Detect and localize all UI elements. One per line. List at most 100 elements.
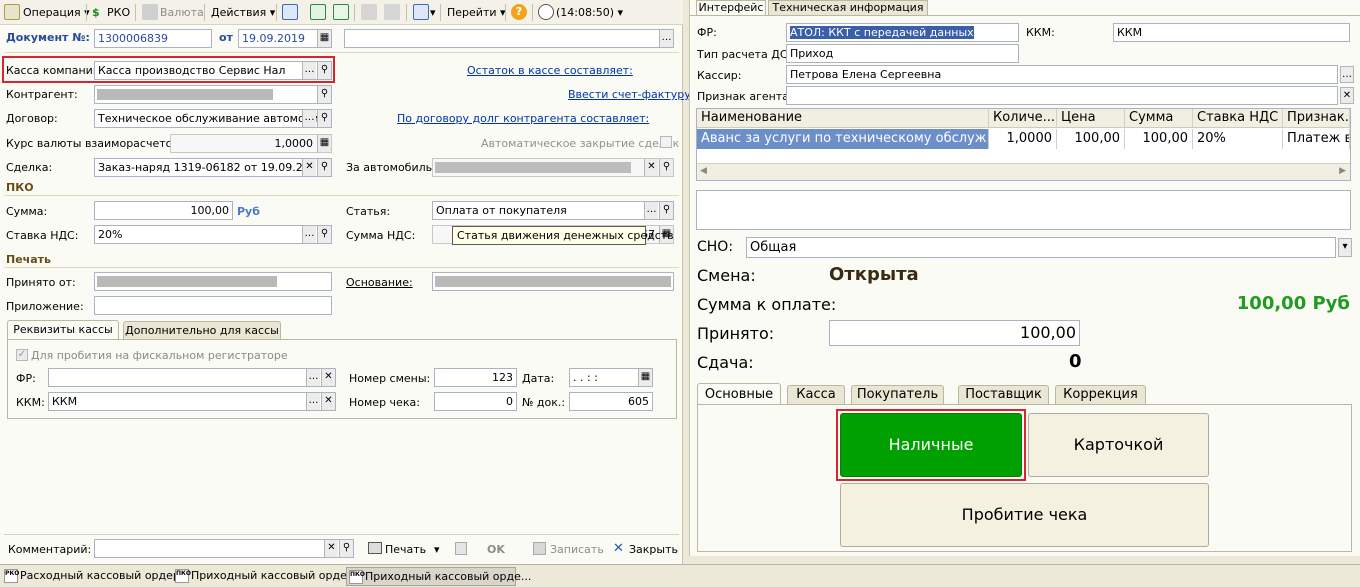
ellipsis-icon[interactable]: … bbox=[302, 226, 316, 243]
tab-tech-info[interactable]: Техническая информация bbox=[768, 0, 928, 15]
tab-kassa-dop[interactable]: Дополнительно для кассы bbox=[123, 321, 281, 340]
clock-label[interactable]: (14:08:50) ▾ bbox=[556, 4, 623, 21]
chevron-down-icon[interactable]: ▾ bbox=[434, 543, 440, 556]
calendar-icon[interactable]: ▦ bbox=[638, 369, 652, 386]
ellipsis-icon[interactable]: … bbox=[1340, 66, 1354, 83]
prinyato-field[interactable] bbox=[94, 272, 332, 291]
summa-field[interactable]: 100,00 bbox=[94, 201, 233, 220]
column-header[interactable]: Количе... bbox=[989, 109, 1057, 127]
search-icon[interactable]: ⚲ bbox=[317, 159, 331, 176]
fiscal-checkbox[interactable]: ✓ bbox=[16, 349, 28, 361]
doc-date-field[interactable]: 19.09.2019 ▦ bbox=[238, 29, 332, 48]
ellipsis-icon[interactable]: … bbox=[302, 110, 316, 127]
tab-interface[interactable]: Интерфейс bbox=[696, 0, 766, 15]
tab-buyer[interactable]: Покупатель bbox=[851, 385, 944, 404]
clear-icon[interactable]: ✕ bbox=[302, 159, 316, 176]
docs-icon[interactable] bbox=[384, 4, 400, 20]
task-pko-2[interactable]: ПКО Приходный кассовый орде... bbox=[346, 567, 531, 586]
column-header[interactable]: Сумма bbox=[1125, 109, 1193, 127]
tab-kassa[interactable]: Касса bbox=[787, 385, 845, 404]
struct-icon[interactable] bbox=[361, 4, 377, 20]
chevron-down-icon[interactable]: ▾ bbox=[1338, 238, 1352, 257]
search-icon[interactable]: ⚲ bbox=[317, 86, 331, 103]
invoice-link[interactable]: Ввести счет-фактуру bbox=[568, 88, 691, 101]
prilozhenie-field[interactable] bbox=[94, 296, 332, 315]
sdelka-field[interactable]: Заказ-наряд 1319-06182 от 19.09.2019 ✕ ⚲ bbox=[94, 158, 332, 177]
column-header[interactable]: Признак... bbox=[1283, 109, 1350, 127]
table-cell[interactable]: Аванс за услуги по техническому обслуж..… bbox=[697, 129, 989, 149]
kurs-field[interactable]: 1,0000 ▦ bbox=[170, 134, 332, 153]
clear-icon[interactable]: ✕ bbox=[1340, 87, 1354, 104]
column-header[interactable]: Цена bbox=[1057, 109, 1125, 127]
osnovanie-link[interactable]: Основание: bbox=[346, 276, 413, 289]
operation-menu[interactable]: Операция ▾ bbox=[23, 4, 90, 21]
ellipsis-icon[interactable]: … bbox=[306, 393, 320, 410]
osnovanie-field[interactable] bbox=[432, 272, 674, 291]
rko-button[interactable]: РКО bbox=[107, 4, 130, 21]
table-cell[interactable]: 20% bbox=[1193, 129, 1283, 149]
ellipsis-icon[interactable]: … bbox=[644, 202, 658, 219]
cash-button[interactable]: Наличные bbox=[840, 413, 1022, 477]
ellipsis-icon[interactable]: … bbox=[306, 369, 320, 386]
currency-button[interactable]: Валюта bbox=[160, 4, 204, 21]
doc-number-field[interactable]: 1300006839 bbox=[94, 29, 212, 48]
sno-field[interactable]: Общая bbox=[746, 237, 1336, 258]
right-fr-field[interactable]: АТОЛ: ККТ с передачей данных bbox=[786, 23, 1019, 42]
docno-field[interactable]: 605 bbox=[569, 392, 653, 411]
doc-extra-field[interactable]: … bbox=[344, 29, 674, 48]
calendar-icon[interactable]: ▦ bbox=[317, 30, 331, 47]
chevron-down-icon[interactable]: ▾ bbox=[430, 4, 436, 21]
cashier-field[interactable]: Петрова Елена Сергеевна bbox=[786, 65, 1338, 84]
column-header[interactable]: Ставка НДС bbox=[1193, 109, 1283, 127]
statya-field[interactable]: Оплата от покупателя … ⚲ bbox=[432, 201, 674, 220]
dogovor-field[interactable]: Техническое обслуживание автомобиля … ⚲ bbox=[94, 109, 332, 128]
right-kkm-field[interactable]: ККМ bbox=[1113, 23, 1350, 42]
print-button[interactable]: Печать bbox=[385, 543, 426, 556]
tab-supplier[interactable]: Поставщик bbox=[958, 385, 1049, 404]
calculator-icon[interactable]: ▦ bbox=[317, 135, 331, 152]
ok-button[interactable]: OK bbox=[487, 543, 505, 556]
horizontal-scrollbar[interactable]: ◀ ▶ bbox=[697, 163, 1350, 180]
auto-close-checkbox[interactable] bbox=[660, 136, 672, 148]
tab-correction[interactable]: Коррекция bbox=[1055, 385, 1146, 404]
balance-link[interactable]: Остаток в кассе составляет: bbox=[467, 64, 633, 77]
search-icon[interactable]: ⚲ bbox=[659, 202, 673, 219]
clear-icon[interactable]: ✕ bbox=[324, 540, 338, 557]
help-icon[interactable]: ? bbox=[511, 4, 527, 20]
search-icon[interactable]: ⚲ bbox=[659, 159, 673, 176]
table-cell[interactable]: 1,0000 bbox=[989, 129, 1057, 149]
ellipsis-icon[interactable]: … bbox=[659, 30, 673, 47]
clear-icon[interactable]: ✕ bbox=[644, 159, 658, 176]
print-check-button[interactable]: Пробитие чека bbox=[840, 483, 1209, 547]
table-cell[interactable]: 100,00 bbox=[1057, 129, 1125, 149]
search-icon[interactable]: ⚲ bbox=[339, 540, 353, 557]
scroll-right-icon[interactable]: ▶ bbox=[1339, 166, 1346, 176]
check-field[interactable]: 0 bbox=[434, 392, 517, 411]
kassa-kkm-field[interactable]: ККМ … ✕ bbox=[48, 392, 336, 411]
task-rko[interactable]: РКО Расходный кассовый ордер bbox=[2, 567, 180, 586]
received-field[interactable]: 100,00 bbox=[829, 320, 1080, 346]
actions-menu[interactable]: Действия ▾ bbox=[211, 4, 275, 21]
task-pko-1[interactable]: ПКО Приходный кассовый ордер bbox=[173, 567, 354, 586]
pay-type-field[interactable]: Приход bbox=[786, 44, 1019, 63]
kassa-date-field[interactable]: . . : : ▦ bbox=[569, 368, 653, 387]
movements-icon[interactable] bbox=[413, 4, 429, 20]
kontragent-field[interactable]: ⚲ bbox=[94, 85, 332, 104]
comment-field[interactable]: ✕ ⚲ bbox=[94, 539, 354, 558]
copy-icon[interactable] bbox=[333, 4, 349, 20]
save-button[interactable]: Записать bbox=[550, 543, 604, 556]
card-button[interactable]: Карточкой bbox=[1028, 413, 1209, 477]
ellipsis-icon[interactable]: … bbox=[302, 62, 316, 79]
search-icon[interactable]: ⚲ bbox=[317, 62, 331, 79]
refresh-icon[interactable] bbox=[310, 4, 326, 20]
back-icon[interactable] bbox=[282, 4, 298, 20]
table-cell[interactable]: Платеж в... bbox=[1283, 129, 1350, 149]
scroll-left-icon[interactable]: ◀ bbox=[700, 166, 707, 176]
close-button[interactable]: Закрыть bbox=[629, 543, 678, 556]
goto-menu[interactable]: Перейти ▾ bbox=[447, 4, 506, 21]
kassa-fr-field[interactable]: … ✕ bbox=[48, 368, 336, 387]
debt-link[interactable]: По договору долг контрагента составляет: bbox=[397, 112, 649, 125]
tab-basic[interactable]: Основные bbox=[697, 383, 781, 405]
column-header[interactable]: Наименование bbox=[697, 109, 989, 127]
nds-field[interactable]: 20% … ⚲ bbox=[94, 225, 332, 244]
